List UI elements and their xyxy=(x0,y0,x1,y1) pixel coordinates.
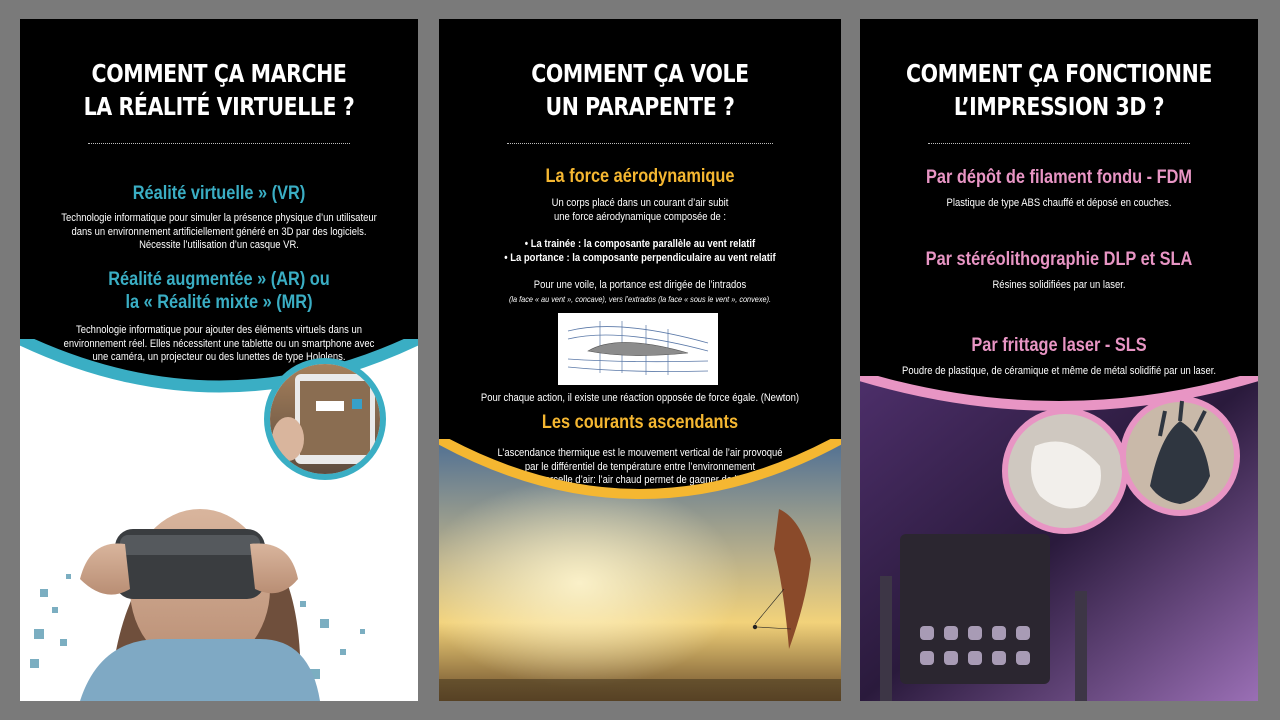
text-newton: Pour chaque action, il existe une réacti… xyxy=(480,392,800,404)
heading-dlp-sla: Par stéréolithographie DLP et SLA xyxy=(925,249,1193,270)
text-line: Technologie informatique pour ajouter de… xyxy=(75,324,363,336)
text-line: Nécessite l’utilisation d’un casque VR. xyxy=(139,239,299,251)
separator xyxy=(507,143,773,144)
title-line-1: COMMENT ÇA FONCTIONNE xyxy=(906,59,1212,88)
panel-title: COMMENT ÇA MARCHE LA RÉALITÉ VIRTUELLE ? xyxy=(56,57,382,123)
heading-ar-mr: Réalité augmentée » (AR) ou la « Réalité… xyxy=(48,268,390,314)
separator xyxy=(928,143,1190,144)
text-line: dans un environnement artificiellement g… xyxy=(71,225,367,238)
title-line-2: L’IMPRESSION 3D ? xyxy=(953,92,1165,121)
text-line: une force aérodynamique composée de : xyxy=(554,210,726,223)
panel-virtual-reality: COMMENT ÇA MARCHE LA RÉALITÉ VIRTUELLE ?… xyxy=(20,19,418,701)
bullet-drag: • La trainée : la composante parallèle a… xyxy=(524,238,756,250)
heading-vr: Réalité virtuelle » (VR) xyxy=(132,183,306,204)
heading-aerodynamic-force: La force aérodynamique xyxy=(545,166,735,187)
title-line-1: COMMENT ÇA VOLE xyxy=(531,59,749,88)
bullet-lift: • La portance : la composante perpendicu… xyxy=(504,251,776,264)
vr-headset-illustration xyxy=(20,339,418,701)
text-dlp-sla: Résines solidifiées par un laser. xyxy=(992,279,1126,291)
panel-title: COMMENT ÇA FONCTIONNE L’IMPRESSION 3D ? xyxy=(896,57,1222,123)
heading-fdm: Par dépôt de filament fondu - FDM xyxy=(926,167,1192,188)
3d-printer-illustration xyxy=(860,376,1258,701)
title-line-1: COMMENT ÇA MARCHE xyxy=(91,59,347,88)
heading-sls: Par frittage laser - SLS xyxy=(971,335,1147,356)
title-line-2: LA RÉALITÉ VIRTUELLE ? xyxy=(83,92,355,121)
panel-paraglider: COMMENT ÇA VOLE UN PARAPENTE ? La force … xyxy=(439,19,841,701)
heading-line: la « Réalité mixte » (MR) xyxy=(125,292,313,313)
text-fdm: Plastique de type ABS chauffé et déposé … xyxy=(946,197,1172,209)
airfoil-diagram xyxy=(558,313,718,385)
text-line-small: (la face « au vent », concave), vers l’e… xyxy=(508,293,772,304)
text-intro: Un corps placé dans un courant d’air sub… xyxy=(467,197,813,224)
separator xyxy=(88,143,350,144)
panel-title: COMMENT ÇA VOLE UN PARAPENTE ? xyxy=(475,57,805,123)
text-lift-direction: Pour une voile, la portance est dirigée … xyxy=(467,279,813,306)
text-vr: Technologie informatique pour simuler la… xyxy=(48,212,390,253)
text-line: Technologie informatique pour simuler la… xyxy=(61,212,377,224)
text-line: Un corps placé dans un courant d’air sub… xyxy=(551,197,729,209)
paraglider-sky-image xyxy=(439,439,841,701)
heading-line: Réalité augmentée » (AR) ou xyxy=(108,269,330,290)
panel-3d-printing: COMMENT ÇA FONCTIONNE L’IMPRESSION 3D ? … xyxy=(860,19,1258,701)
title-line-2: UN PARAPENTE ? xyxy=(545,92,735,121)
heading-ascending-currents: Les courants ascendants xyxy=(541,412,739,433)
text-line: Pour une voile, la portance est dirigée … xyxy=(533,279,747,291)
text-bullets: • La trainée : la composante parallèle a… xyxy=(467,238,813,265)
